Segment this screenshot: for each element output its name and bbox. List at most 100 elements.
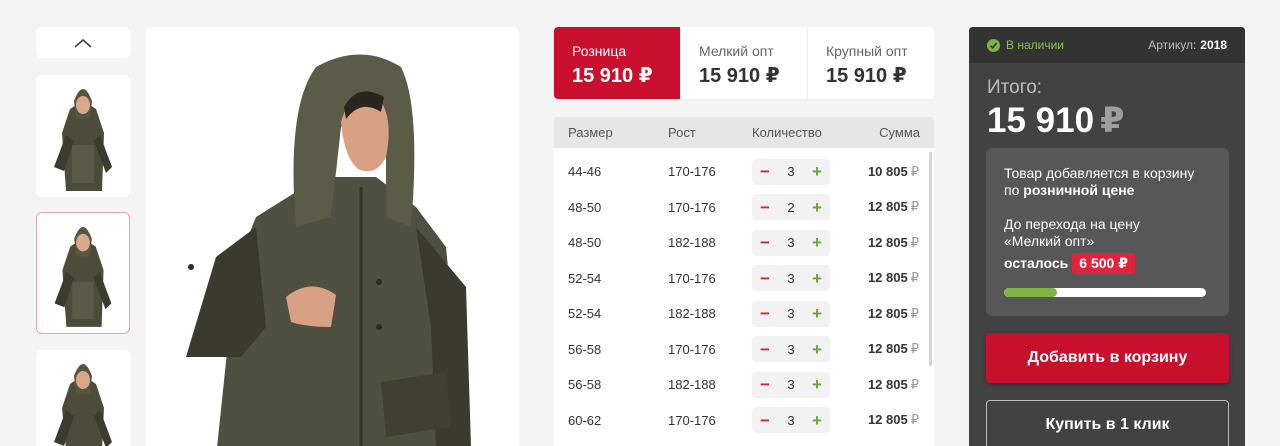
notice-line-1: Товар добавляется в корзину [1004,165,1195,181]
sum-currency: ₽ [910,163,919,179]
product-thumbnail-3[interactable] [36,350,130,446]
size-quantity-table: Размер Рост Количество Сумма 44-46 170-17… [554,117,934,446]
minus-icon[interactable]: − [760,376,770,393]
jacket-image [54,227,112,327]
minus-icon[interactable]: − [760,341,770,358]
table-row: 44-46 170-176 − 3 +10 805 ₽ [554,154,934,189]
sum-currency: ₽ [910,270,919,285]
tab-price: 15 910 ₽ [699,65,780,87]
product-thumbnail-2[interactable] [36,212,130,334]
quantity-value: 3 [787,341,795,357]
add-to-cart-button[interactable]: Добавить в корзину [986,333,1229,383]
sum-value: 12 805 [867,305,908,321]
minus-icon[interactable]: − [760,234,770,251]
plus-icon[interactable]: + [812,376,822,393]
sum-value: 12 805 [867,199,908,214]
quantity-stepper: − 3 + [752,336,830,362]
size-cell: 52-54 [568,306,602,321]
plus-icon[interactable]: + [812,305,822,322]
stock-text: В наличии [1006,38,1065,52]
size-cell: 56-58 [568,377,602,392]
table-body[interactable]: 44-46 170-176−3 +10 805 ₽48-50 170-176−2 +12 … [554,148,934,446]
table-row: 48-50 170-176 − 2 +12 805 ₽ [554,190,934,225]
minus-icon[interactable]: − [760,199,770,216]
wholesale-notice: Товар добавляется в корзину по розничной… [986,148,1229,316]
column-header-quantity: Количество [752,125,822,140]
check-circle-icon [987,38,1000,52]
table-row: 60-62 170-176 − 3 +12 805 ₽ [554,403,934,438]
sum-value: 12 805 [867,341,908,356]
notice-threshold-line-1: До перехода на цену [1004,216,1140,232]
quantity-stepper: − 3 + [752,300,830,327]
tab-label: Крупный опт [826,43,908,59]
height-cell: 182-188 [668,377,716,392]
remaining-label: осталось [1004,255,1069,271]
notice-threshold-line-2: «Мелкий опт» [1004,233,1095,249]
height-cell: 182-188 [668,306,716,321]
jacket-image [54,89,112,191]
panel-header: В наличии Артикул: 2018 [969,27,1245,63]
retail-price-emphasis: розничной цене [1023,182,1135,198]
sum-cell: 12 805 ₽ [868,270,919,286]
height-cell: 170-176 [668,199,716,215]
minus-icon[interactable]: − [760,305,770,322]
table-header: Размер Рост Количество Сумма [554,117,934,148]
notice-line-2: по розничной цене [1004,182,1211,199]
total-price: 15 910 ₽ [987,101,1124,141]
table-row: 56-58 182-188 − 3 +12 805 ₽ [554,367,934,402]
sum-currency: ₽ [910,199,919,214]
quantity-value: 3 [787,164,795,179]
quantity-value: 3 [787,270,795,286]
table-row: 56-58 170-176 − 3 +12 805 ₽ [554,332,934,367]
sum-value: 10 805 [867,163,908,179]
plus-icon[interactable]: + [812,163,822,180]
total-label: Итого: [987,77,1043,98]
plus-icon[interactable]: + [812,341,822,358]
minus-icon[interactable]: − [760,270,770,287]
sum-cell: 10 805 ₽ [868,164,919,180]
tab-small-wholesale[interactable]: Мелкий опт 15 910 ₽ [681,27,808,99]
sum-cell: 12 805 ₽ [868,235,919,251]
sum-currency: ₽ [910,305,919,321]
quantity-stepper: − 3 + [752,265,830,291]
price-type-tabs: Розница 15 910 ₽ Мелкий опт 15 910 ₽ Кру… [554,27,934,99]
total-value: 15 910 [987,101,1095,140]
height-cell: 170-176 [668,164,716,179]
product-thumbnail-1[interactable] [36,75,130,197]
plus-icon[interactable]: + [812,199,822,216]
quantity-value: 2 [787,199,795,215]
minus-icon[interactable]: − [760,412,770,429]
sum-currency: ₽ [910,234,919,250]
table-row: 48-50 182-188 − 3 +12 805 ₽ [554,225,934,260]
sum-currency: ₽ [910,376,919,392]
tab-large-wholesale[interactable]: Крупный опт 15 910 ₽ [808,27,934,99]
sum-cell: 12 805 ₽ [868,306,919,322]
article-number: Артикул: 2018 [1148,38,1227,52]
plus-icon[interactable]: + [812,412,822,429]
minus-icon[interactable]: − [760,163,770,180]
tab-retail[interactable]: Розница 15 910 ₽ [554,27,681,99]
remaining-amount-badge: 6 500 ₽ [1072,253,1135,274]
sum-value: 12 805 [867,412,908,427]
size-cell: 52-54 [568,270,602,286]
size-cell: 56-58 [568,341,602,357]
column-header-sum: Сумма [879,125,920,140]
buy-one-click-button[interactable]: Купить в 1 клик [986,400,1229,446]
product-main-image[interactable] [146,27,519,446]
tab-label: Розница [572,43,627,59]
quantity-stepper: − 3 + [752,407,830,433]
height-cell: 170-176 [668,270,716,286]
quantity-value: 3 [787,235,795,250]
sum-cell: 12 805 ₽ [868,377,919,393]
quantity-stepper: − 3 + [752,229,830,256]
quantity-value: 3 [787,412,795,428]
quantity-value: 3 [787,377,795,392]
plus-icon[interactable]: + [812,270,822,287]
height-cell: 170-176 [668,412,716,428]
sum-value: 12 805 [867,376,908,392]
chevron-up-icon [74,38,92,48]
notice-line-2-text: по [1004,182,1024,198]
thumbnails-scroll-up-button[interactable] [36,27,130,58]
plus-icon[interactable]: + [812,234,822,251]
height-cell: 170-176 [668,341,716,357]
